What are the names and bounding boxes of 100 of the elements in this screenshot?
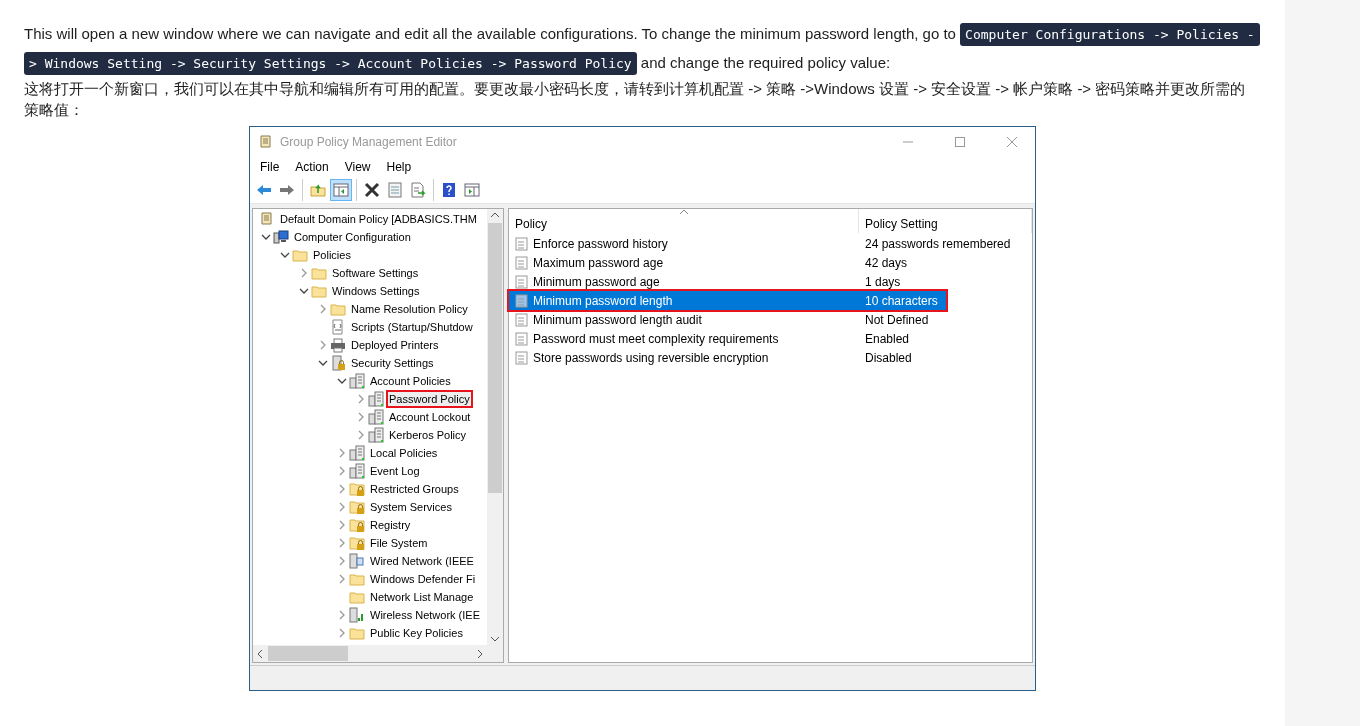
code-path: Computer Configurations -> Policies - xyxy=(960,23,1260,46)
folder-icon xyxy=(311,283,327,299)
policy-row[interactable]: Maximum password age 42 days xyxy=(509,253,1032,272)
policy-row[interactable]: Password must meet complexity requirements Enabled xyxy=(509,329,1032,348)
tree-item[interactable]: Name Resolution Policy xyxy=(348,300,471,318)
tree-item[interactable]: Account Lockout xyxy=(386,408,474,426)
scroll-icon xyxy=(259,211,275,227)
tree-item[interactable]: Password Policy xyxy=(386,390,473,408)
scroll-down-icon[interactable] xyxy=(490,635,500,643)
policy-row[interactable]: Store passwords using reversible encryption Disabled xyxy=(509,348,1032,367)
wireless-server-icon xyxy=(349,607,365,623)
console-tree-icon xyxy=(333,182,349,198)
vertical-scrollbar[interactable] xyxy=(487,209,503,645)
tree-item[interactable]: Security Settings xyxy=(348,354,437,372)
policy-row[interactable]: Enforce password history 24 passwords remembered xyxy=(509,234,1032,253)
tree-item[interactable]: Windows Defender Fi xyxy=(367,570,479,588)
scrollbar-thumb[interactable] xyxy=(268,646,348,661)
policy-name: Maximum password age xyxy=(533,255,664,270)
maximize-icon xyxy=(955,137,965,147)
folder-icon xyxy=(349,589,365,605)
policy-name: Minimum password length audit xyxy=(533,312,702,327)
policy-icon xyxy=(515,236,529,251)
scroll-up-icon[interactable] xyxy=(490,211,500,219)
server-icon xyxy=(349,463,365,479)
tree-item[interactable]: System Services xyxy=(367,498,455,516)
policy-setting: 10 characters xyxy=(865,293,938,308)
tree-item[interactable]: Policies xyxy=(310,246,354,264)
policy-setting: 24 passwords remembered xyxy=(865,236,1011,251)
tree-item[interactable]: Registry xyxy=(367,516,414,534)
sort-caret-icon xyxy=(679,209,689,215)
policy-name: Store passwords using reversible encryption xyxy=(533,350,769,365)
folder-up-icon xyxy=(310,182,326,198)
menu-item[interactable]: File xyxy=(252,160,288,174)
policy-row[interactable]: Minimum password length audit Not Defined xyxy=(509,310,1032,329)
locked-folder-icon xyxy=(349,535,365,551)
help-icon xyxy=(441,182,457,198)
policy-setting: 1 days xyxy=(865,274,901,289)
policy-row[interactable]: Minimum password length 10 characters xyxy=(509,291,946,310)
tree-item[interactable]: Computer Configuration xyxy=(291,228,414,246)
policy-name: Minimum password length xyxy=(533,293,673,308)
locked-folder-icon xyxy=(349,517,365,533)
forward-arrow-icon xyxy=(279,182,295,198)
properties-icon xyxy=(387,182,403,198)
tree-item[interactable]: Restricted Groups xyxy=(367,480,462,498)
menu-item[interactable]: View xyxy=(336,160,379,174)
network-server-icon xyxy=(349,553,365,569)
tree-item[interactable]: Public Key Policies xyxy=(367,624,466,642)
tree-item[interactable]: Account Policies xyxy=(367,372,454,390)
server-icon xyxy=(368,427,384,443)
tree-item[interactable]: Scripts (Startup/Shutdow xyxy=(348,318,476,336)
server-icon xyxy=(349,373,365,389)
policy-setting: Not Defined xyxy=(865,312,929,327)
policy-setting: Disabled xyxy=(865,350,912,365)
export-list-icon xyxy=(410,182,426,198)
tree-item[interactable]: Kerberos Policy xyxy=(386,426,470,444)
tree-item[interactable]: Windows Settings xyxy=(329,282,423,300)
horizontal-scrollbar[interactable] xyxy=(253,645,487,662)
server-icon xyxy=(368,409,384,425)
policy-setting: 42 days xyxy=(865,255,908,270)
tree-item[interactable]: Software Settings xyxy=(329,264,422,282)
computer-icon xyxy=(273,229,289,245)
tree-item[interactable]: Wireless Network (IEE xyxy=(367,606,484,624)
folder-icon xyxy=(349,625,365,641)
tree-item[interactable]: Event Log xyxy=(367,462,423,480)
locked-folder-icon xyxy=(349,499,365,515)
column-header[interactable]: Policy xyxy=(509,209,859,233)
folder-icon xyxy=(330,301,346,317)
code-path: > Windows Setting -> Security Settings -> Account Policies -> Password Policy xyxy=(24,52,637,75)
folder-icon xyxy=(292,247,308,263)
policy-name: Password must meet complexity requirements xyxy=(533,331,779,346)
scroll-right-icon[interactable] xyxy=(476,648,484,659)
secured-server-icon xyxy=(330,355,346,371)
tree-item[interactable]: Deployed Printers xyxy=(348,336,442,354)
server-icon xyxy=(368,391,384,407)
printer-icon xyxy=(330,337,346,353)
server-icon xyxy=(349,445,365,461)
policy-row[interactable]: Minimum password age 1 days xyxy=(509,272,1032,291)
close-icon xyxy=(1007,137,1017,147)
folder-icon xyxy=(311,265,327,281)
tree-item[interactable]: Default Domain Policy [ADBASICS.THM xyxy=(277,210,480,228)
scroll-icon xyxy=(258,134,274,150)
column-header[interactable]: Policy Setting xyxy=(859,209,1032,233)
scroll-left-icon[interactable] xyxy=(256,648,264,659)
tree-item[interactable]: File System xyxy=(367,534,431,552)
window-title: Group Policy Management Editor xyxy=(280,135,458,149)
back-arrow-icon xyxy=(256,182,272,198)
intro-paragraph-chinese: 这将打开一个新窗口，我们可以在其中导航和编辑所有可用的配置。要更改最小密码长度，请转到计算机配置 -> 策略 ->Windows 设置 -> 安全设置 -> 帐户策略 -> 密码策略并更改所需的策略值： xyxy=(24,79,1247,120)
policy-icon xyxy=(515,350,529,365)
menu-item[interactable]: Help xyxy=(378,160,420,174)
menu-item[interactable]: Action xyxy=(287,160,337,174)
policy-icon xyxy=(515,293,529,308)
policy-name: Enforce password history xyxy=(533,236,668,251)
tree-item[interactable]: Wired Network (IEEE xyxy=(367,552,477,570)
tree-item[interactable]: Network List Manage xyxy=(367,588,477,606)
policy-icon xyxy=(515,312,529,327)
scrollbar-thumb[interactable] xyxy=(488,223,502,493)
tree-item[interactable]: Local Policies xyxy=(367,444,441,462)
script-icon xyxy=(330,319,346,335)
action-pane-icon xyxy=(464,182,480,198)
locked-folder-icon xyxy=(349,481,365,497)
